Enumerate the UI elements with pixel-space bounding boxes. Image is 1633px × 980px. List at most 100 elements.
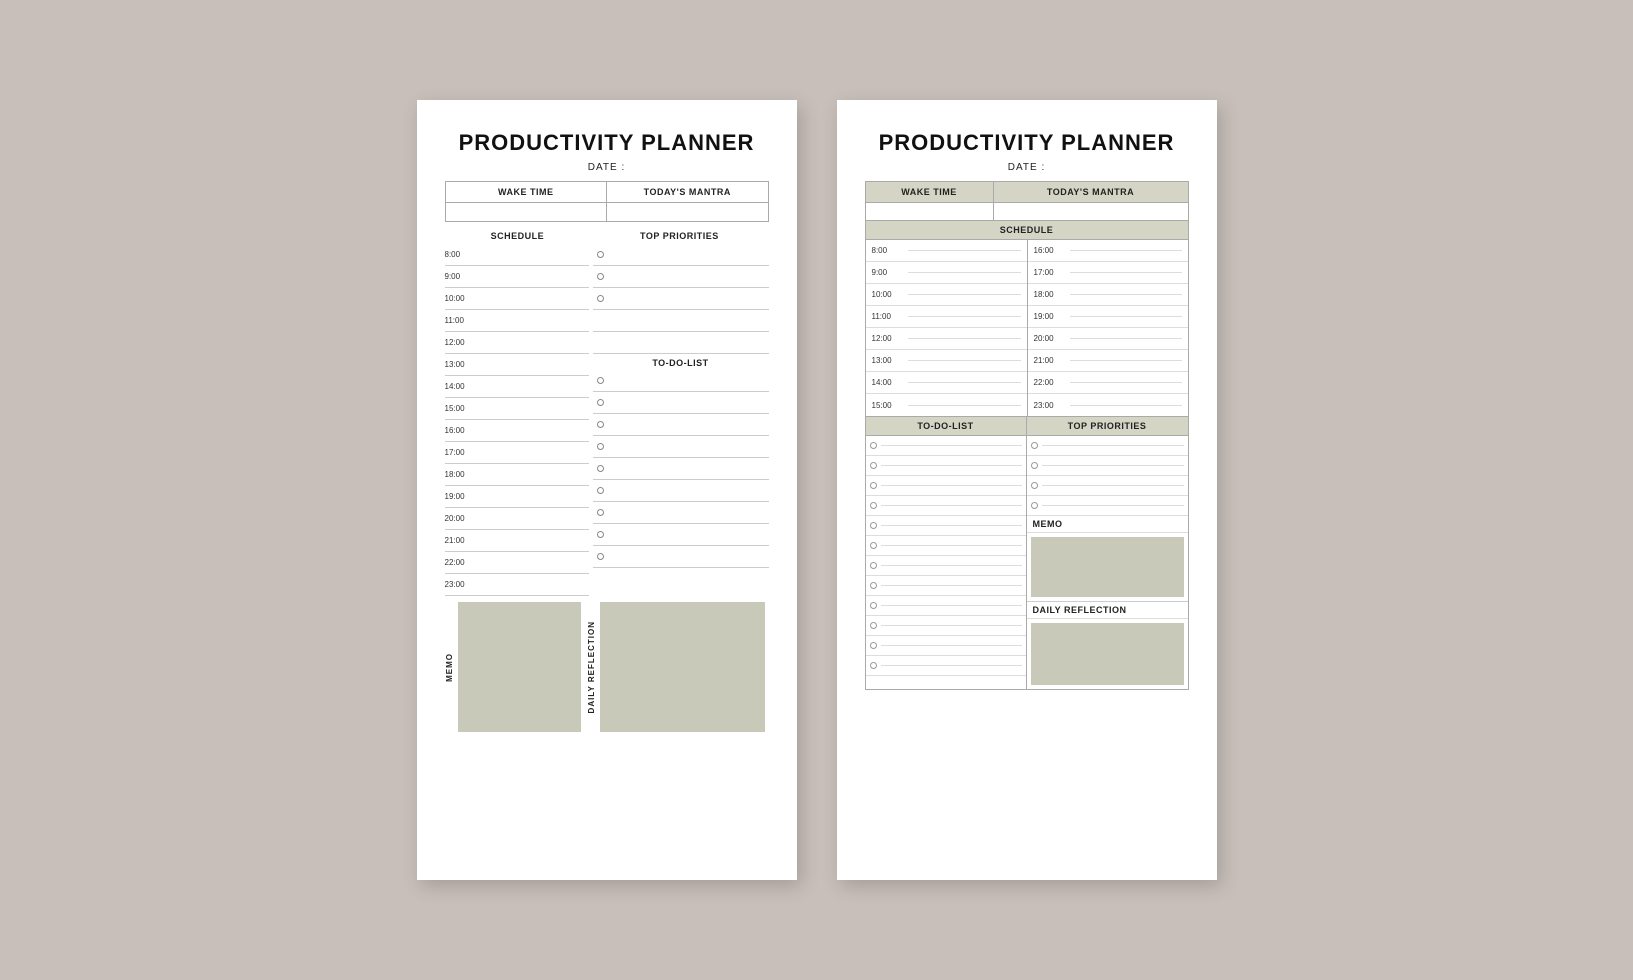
r-pdot-1 (1031, 442, 1038, 449)
time-2100: 21:00 (445, 536, 477, 545)
r-prio-2 (1027, 456, 1188, 476)
priority-dot-3 (597, 295, 604, 302)
time-1200: 12:00 (445, 338, 477, 347)
r-time-1000: 10:00 (866, 284, 1027, 306)
r-dot-11 (870, 642, 877, 649)
r-label-1400: 14:00 (872, 378, 908, 387)
left-mantra-value[interactable] (607, 203, 768, 221)
time-2300: 23:00 (445, 580, 477, 589)
right-bottom-grid: MEMO DAILY REFLECTION (865, 436, 1189, 690)
time-800: 8:00 (445, 250, 477, 259)
r-time-1800: 18:00 (1028, 284, 1188, 306)
todo-row-9 (593, 546, 769, 568)
left-time-row: 20:00 (445, 508, 589, 530)
r-label-1100: 11:00 (872, 312, 908, 321)
left-time-row: 16:00 (445, 420, 589, 442)
r-dot-6 (870, 542, 877, 549)
r-time-900: 9:00 (866, 262, 1027, 284)
todo-dot-3 (597, 421, 604, 428)
time-1400: 14:00 (445, 382, 477, 391)
priority-spacer-2 (593, 332, 769, 354)
left-reflection-block: DAILY REFLECTION (587, 602, 765, 732)
r-dot-2 (870, 462, 877, 469)
time-1600: 16:00 (445, 426, 477, 435)
todo-dot-4 (597, 443, 604, 450)
r-time-1200: 12:00 (866, 328, 1027, 350)
r-time-1500: 15:00 (866, 394, 1027, 416)
priority-spacer-1 (593, 310, 769, 332)
r-todo-12 (866, 656, 1026, 676)
r-label-1500: 15:00 (872, 401, 908, 410)
todo-row-4 (593, 436, 769, 458)
todo-row-1 (593, 370, 769, 392)
todo-row-3 (593, 414, 769, 436)
right-todo-header: TO-DO-LIST (866, 417, 1027, 435)
left-priorities-section (593, 244, 769, 354)
left-time-row: 22:00 (445, 552, 589, 574)
r-dot-7 (870, 562, 877, 569)
left-time-row: 8:00 (445, 244, 589, 266)
time-1900: 19:00 (445, 492, 477, 501)
left-time-row: 11:00 (445, 310, 589, 332)
r-pdot-3 (1031, 482, 1038, 489)
r-todo-3 (866, 476, 1026, 496)
r-todo-2 (866, 456, 1026, 476)
left-section-headers: SCHEDULE TOP PRIORITIES (445, 228, 769, 244)
todo-dot-2 (597, 399, 604, 406)
todo-row-5 (593, 458, 769, 480)
r-label-2300: 23:00 (1034, 401, 1070, 410)
time-2200: 22:00 (445, 558, 477, 567)
left-time-row: 14:00 (445, 376, 589, 398)
time-1500: 15:00 (445, 404, 477, 413)
r-label-1800: 18:00 (1034, 290, 1070, 299)
r-prio-1 (1027, 436, 1188, 456)
left-bottom-section: MEMO DAILY REFLECTION (445, 602, 769, 732)
left-reflection-label: DAILY REFLECTION (587, 621, 596, 713)
r-dot-9 (870, 602, 877, 609)
left-reflection-box[interactable] (600, 602, 765, 732)
left-time-row: 9:00 (445, 266, 589, 288)
todo-dot-9 (597, 553, 604, 560)
left-time-row: 15:00 (445, 398, 589, 420)
r-todo-10 (866, 616, 1026, 636)
todo-row-2 (593, 392, 769, 414)
left-memo-label: MEMO (445, 653, 454, 682)
r-time-2300: 23:00 (1028, 394, 1188, 416)
left-time-list: 8:00 9:00 10:00 11:00 12:00 13:00 14:00 … (445, 244, 589, 596)
r-time-1900: 19:00 (1028, 306, 1188, 328)
left-wake-time-value[interactable] (446, 203, 608, 221)
priority-dot-1 (597, 251, 604, 258)
priority-row-1 (593, 244, 769, 266)
r-dot-12 (870, 662, 877, 669)
r-dot-1 (870, 442, 877, 449)
todo-row-6 (593, 480, 769, 502)
r-time-2200: 22:00 (1028, 372, 1188, 394)
r-pdot-4 (1031, 502, 1038, 509)
right-reflection-label: DAILY REFLECTION (1027, 602, 1188, 619)
right-memo-box[interactable] (1031, 537, 1184, 597)
right-wake-time-header: WAKE TIME (865, 182, 993, 203)
time-1300: 13:00 (445, 360, 477, 369)
r-label-1600: 16:00 (1034, 246, 1070, 255)
left-header-row: WAKE TIME TODAY'S MANTRA (445, 181, 769, 203)
right-header-table: WAKE TIME TODAY'S MANTRA (865, 181, 1189, 221)
right-reflection-box[interactable] (1031, 623, 1184, 685)
r-time-1400: 14:00 (866, 372, 1027, 394)
right-memo-label: MEMO (1027, 516, 1188, 533)
r-time-800: 8:00 (866, 240, 1027, 262)
left-schedule-header: SCHEDULE (445, 228, 591, 244)
right-mantra-value[interactable] (993, 203, 1188, 221)
time-1700: 17:00 (445, 448, 477, 457)
left-time-row: 21:00 (445, 530, 589, 552)
r-time-1100: 11:00 (866, 306, 1027, 328)
right-planner-page: PRODUCTIVITY PLANNER DATE : WAKE TIME TO… (837, 100, 1217, 880)
r-label-800: 8:00 (872, 246, 908, 255)
left-memo-block: MEMO (445, 602, 581, 732)
left-time-row: 13:00 (445, 354, 589, 376)
r-prio-4 (1027, 496, 1188, 516)
right-wake-time-value[interactable] (865, 203, 993, 221)
r-dot-3 (870, 482, 877, 489)
r-label-1700: 17:00 (1034, 268, 1070, 277)
right-schedule-left-col: 8:00 9:00 10:00 11:00 12:00 13:00 14:00 … (866, 240, 1027, 416)
left-memo-box[interactable] (458, 602, 581, 732)
